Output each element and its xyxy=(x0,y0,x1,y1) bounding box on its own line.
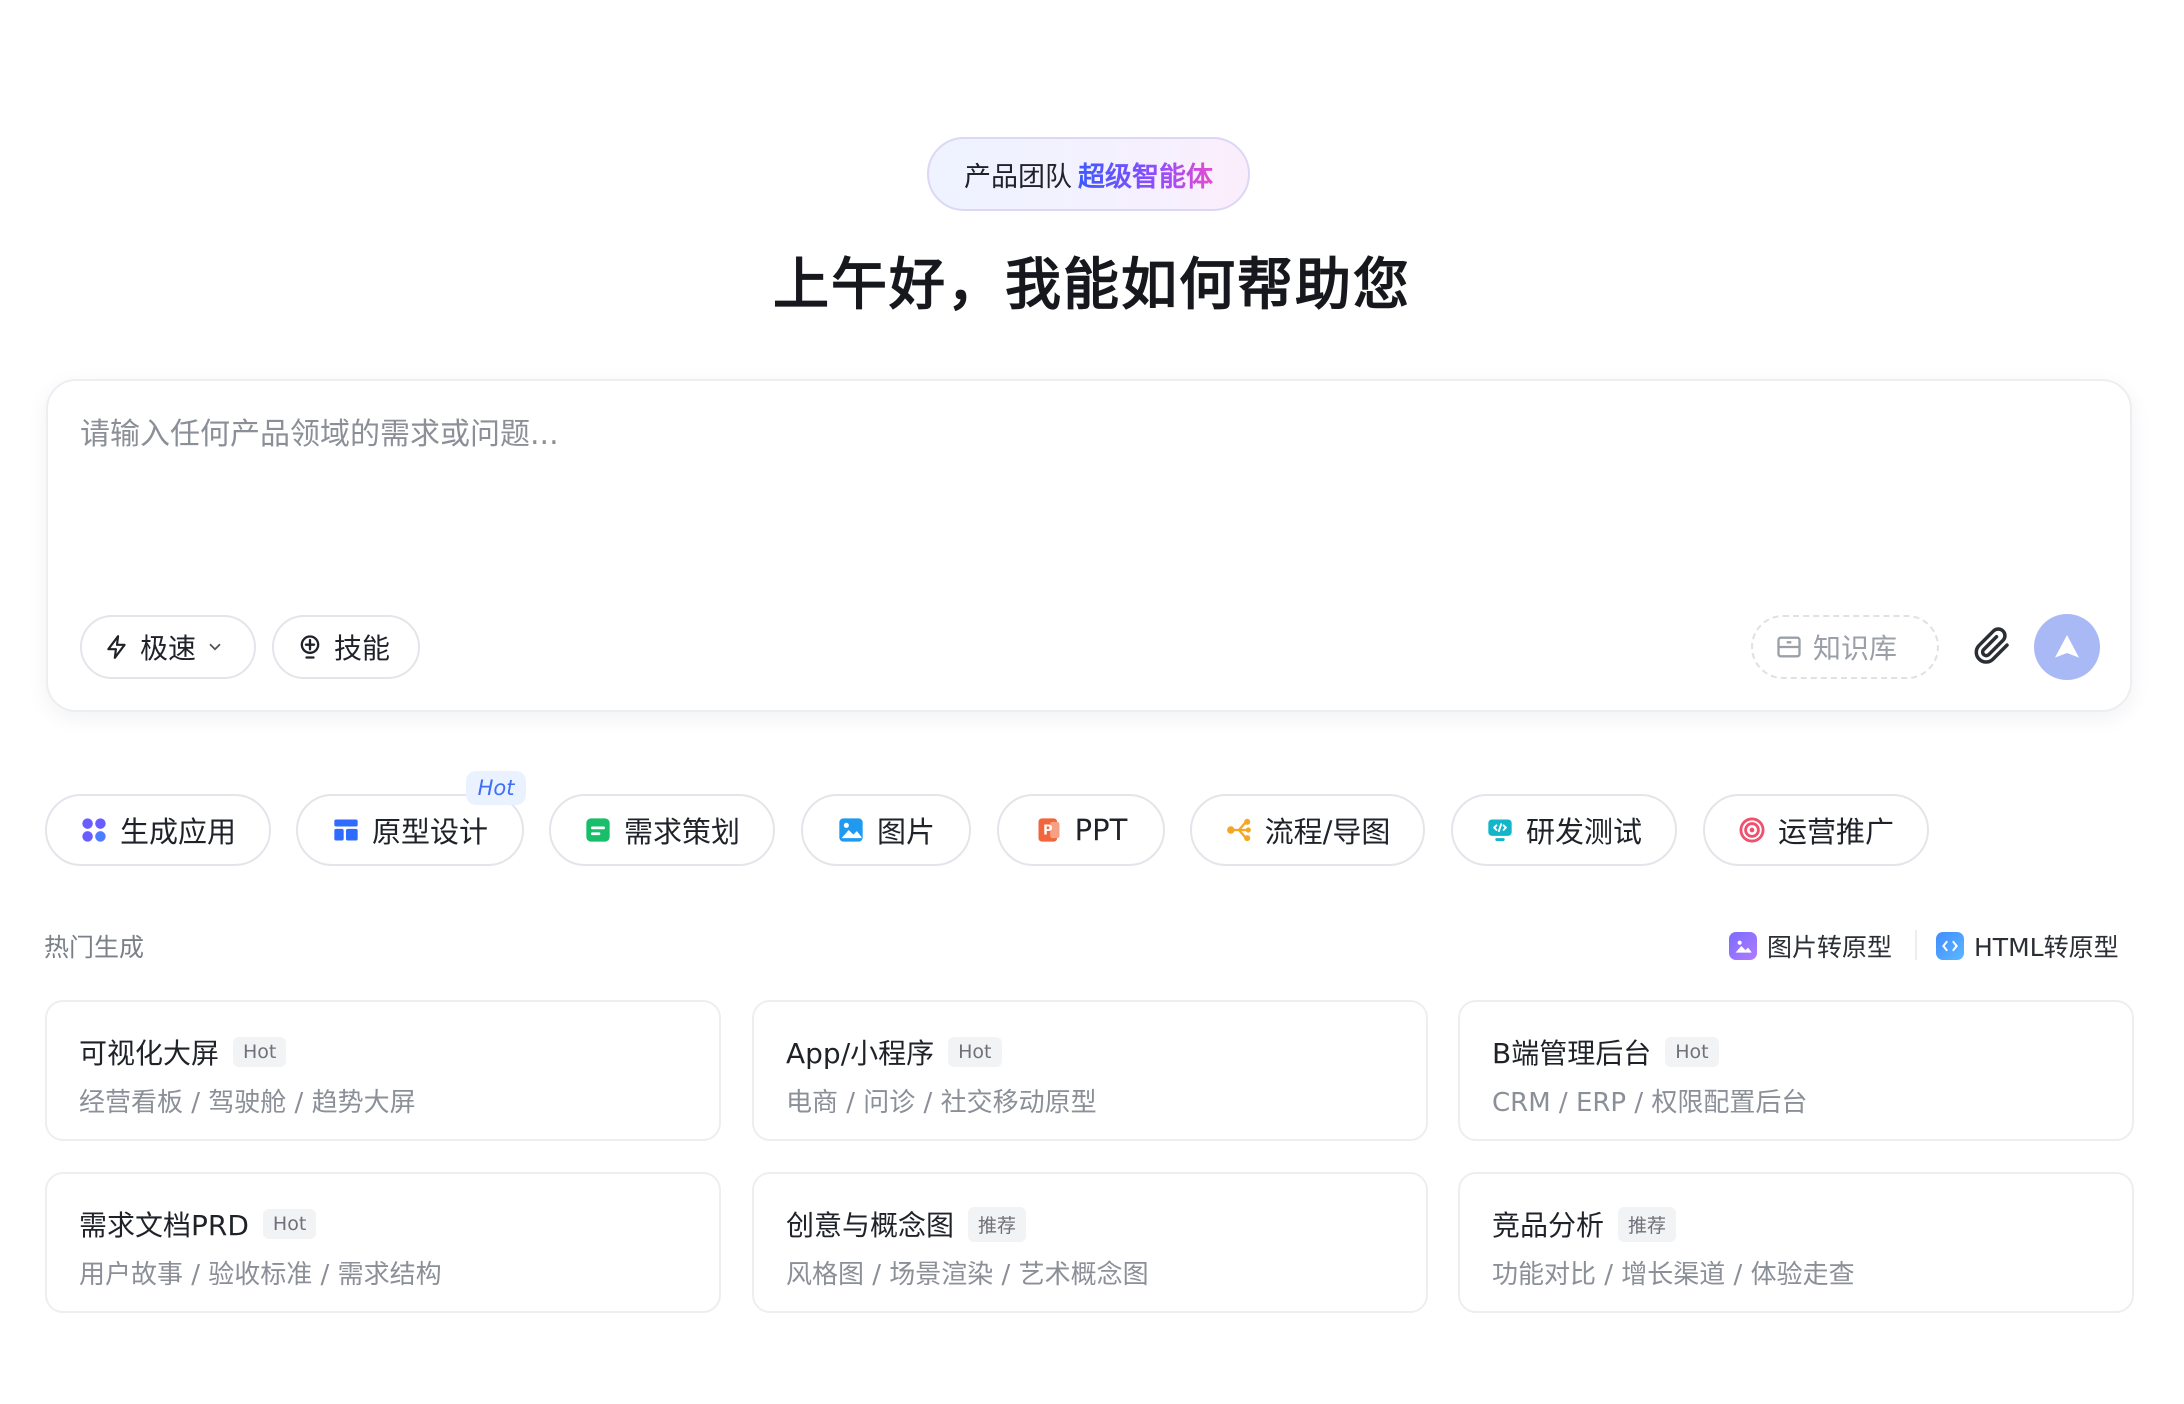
knowledge-base-label: 知识库 xyxy=(1813,632,1898,665)
badge-agent-label: 超级智能体 xyxy=(1078,155,1213,194)
knowledge-base-button[interactable]: 知识库 xyxy=(1751,615,1939,679)
template-card-competitor-analysis[interactable]: 竞品分析 推荐 功能对比 / 增长渠道 / 体验走查 xyxy=(1458,1172,2134,1313)
layout-icon xyxy=(334,819,358,841)
image-icon xyxy=(1729,932,1757,960)
mode-select-button[interactable]: 极速 xyxy=(80,615,256,679)
skill-button[interactable]: 技能 xyxy=(272,615,420,679)
prompt-input[interactable] xyxy=(80,417,1980,452)
category-requirement-planning[interactable]: 需求策划 xyxy=(549,794,775,866)
composer-card: 极速 技能 知识库 xyxy=(46,379,2132,712)
category-label: 生成应用 xyxy=(119,815,236,849)
card-tag: Hot xyxy=(262,1209,317,1239)
link-label: 图片转原型 xyxy=(1767,933,1893,962)
greeting-title: 上午好，我能如何帮助您 xyxy=(773,253,1411,318)
image-icon xyxy=(839,818,863,842)
category-label: 原型设计 xyxy=(371,815,488,849)
card-subtitle: 经营看板 / 驾驶舱 / 趋势大屏 xyxy=(79,1088,416,1118)
hot-section-title: 热门生成 xyxy=(44,933,145,962)
badge-team-label: 产品团队 xyxy=(964,161,1072,193)
category-label: 运营推广 xyxy=(1777,815,1894,849)
mindmap-icon xyxy=(1226,818,1251,842)
html-code-icon xyxy=(1936,932,1964,960)
card-tag: Hot xyxy=(948,1037,1002,1067)
card-subtitle: 功能对比 / 增长渠道 / 体验走查 xyxy=(1492,1260,1855,1290)
card-title-row: 可视化大屏 Hot xyxy=(79,1032,287,1072)
category-image[interactable]: 图片 xyxy=(801,794,971,866)
lightning-icon xyxy=(107,635,126,659)
card-tag: 推荐 xyxy=(968,1206,1027,1242)
template-card-app-miniprogram[interactable]: App/小程序 Hot 电商 / 问诊 / 社交移动原型 xyxy=(752,1000,1428,1141)
card-title: 竞品分析 xyxy=(1492,1209,1605,1242)
chevron-down-icon xyxy=(209,643,221,651)
card-tag: Hot xyxy=(233,1037,287,1067)
template-card-dashboard[interactable]: 可视化大屏 Hot 经营看板 / 驾驶舱 / 趋势大屏 xyxy=(45,1000,721,1141)
card-title-row: 需求文档PRD Hot xyxy=(79,1204,317,1244)
template-card-concept-art[interactable]: 创意与概念图 推荐 风格图 / 场景渲染 / 艺术概念图 xyxy=(752,1172,1428,1313)
card-title: 创意与概念图 xyxy=(786,1209,955,1242)
card-subtitle: 电商 / 问诊 / 社交移动原型 xyxy=(786,1088,1097,1118)
card-subtitle: 风格图 / 场景渲染 / 艺术概念图 xyxy=(786,1260,1149,1290)
attachment-paperclip-icon[interactable] xyxy=(1972,625,2014,667)
card-title-row: B端管理后台 Hot xyxy=(1492,1032,1719,1072)
card-title-row: 竞品分析 推荐 xyxy=(1492,1204,1677,1244)
image-to-prototype-link[interactable]: 图片转原型 xyxy=(1729,928,1892,964)
template-card-prd[interactable]: 需求文档PRD Hot 用户故事 / 验收标准 / 需求结构 xyxy=(45,1172,721,1313)
category-operations-promotion[interactable]: 运营推广 xyxy=(1703,794,1929,866)
card-title: B端管理后台 xyxy=(1492,1037,1652,1070)
card-tag: Hot xyxy=(1665,1037,1719,1067)
link-label: HTML转原型 xyxy=(1974,933,2119,962)
archive-box-icon xyxy=(1777,636,1801,658)
card-tag: 推荐 xyxy=(1618,1206,1677,1242)
send-button[interactable] xyxy=(2034,614,2100,680)
card-title-row: App/小程序 Hot xyxy=(786,1032,1002,1072)
app-grid-icon xyxy=(82,818,106,842)
send-arrow-icon xyxy=(2055,635,2079,658)
category-label: 需求策划 xyxy=(623,815,740,849)
category-label: PPT xyxy=(1074,813,1128,847)
category-label: 图片 xyxy=(876,815,935,849)
category-dev-test[interactable]: 研发测试 xyxy=(1451,794,1677,866)
card-title-row: 创意与概念图 推荐 xyxy=(786,1204,1027,1244)
category-generate-app[interactable]: 生成应用 xyxy=(45,794,271,866)
card-title: 可视化大屏 xyxy=(79,1037,220,1070)
svg-text:P: P xyxy=(1043,824,1052,839)
html-to-prototype-link[interactable]: HTML转原型 xyxy=(1936,928,2119,964)
agent-badge: 产品团队 超级智能体 xyxy=(927,137,1250,211)
page: 产品团队 超级智能体 上午好，我能如何帮助您 极速 技能 xyxy=(0,0,2184,1404)
lightbulb-icon xyxy=(300,635,320,659)
document-icon xyxy=(586,818,610,842)
code-monitor-icon xyxy=(1488,819,1512,841)
mode-label: 极速 xyxy=(140,632,197,665)
template-card-admin-backend[interactable]: B端管理后台 Hot CRM / ERP / 权限配置后台 xyxy=(1458,1000,2134,1141)
divider xyxy=(1915,930,1917,960)
target-icon xyxy=(1739,817,1765,843)
card-title: 需求文档PRD xyxy=(79,1209,249,1242)
card-subtitle: CRM / ERP / 权限配置后台 xyxy=(1492,1088,1808,1118)
skill-label: 技能 xyxy=(334,632,391,665)
card-subtitle: 用户故事 / 验收标准 / 需求结构 xyxy=(79,1260,442,1290)
hot-badge: Hot xyxy=(466,771,526,805)
category-ppt[interactable]: P PPT xyxy=(997,794,1165,866)
category-label: 研发测试 xyxy=(1525,815,1642,849)
category-flow-mindmap[interactable]: 流程/导图 xyxy=(1190,794,1425,866)
category-label: 流程/导图 xyxy=(1264,815,1391,849)
card-title: App/小程序 xyxy=(786,1037,935,1070)
ppt-icon: P xyxy=(1038,818,1060,842)
